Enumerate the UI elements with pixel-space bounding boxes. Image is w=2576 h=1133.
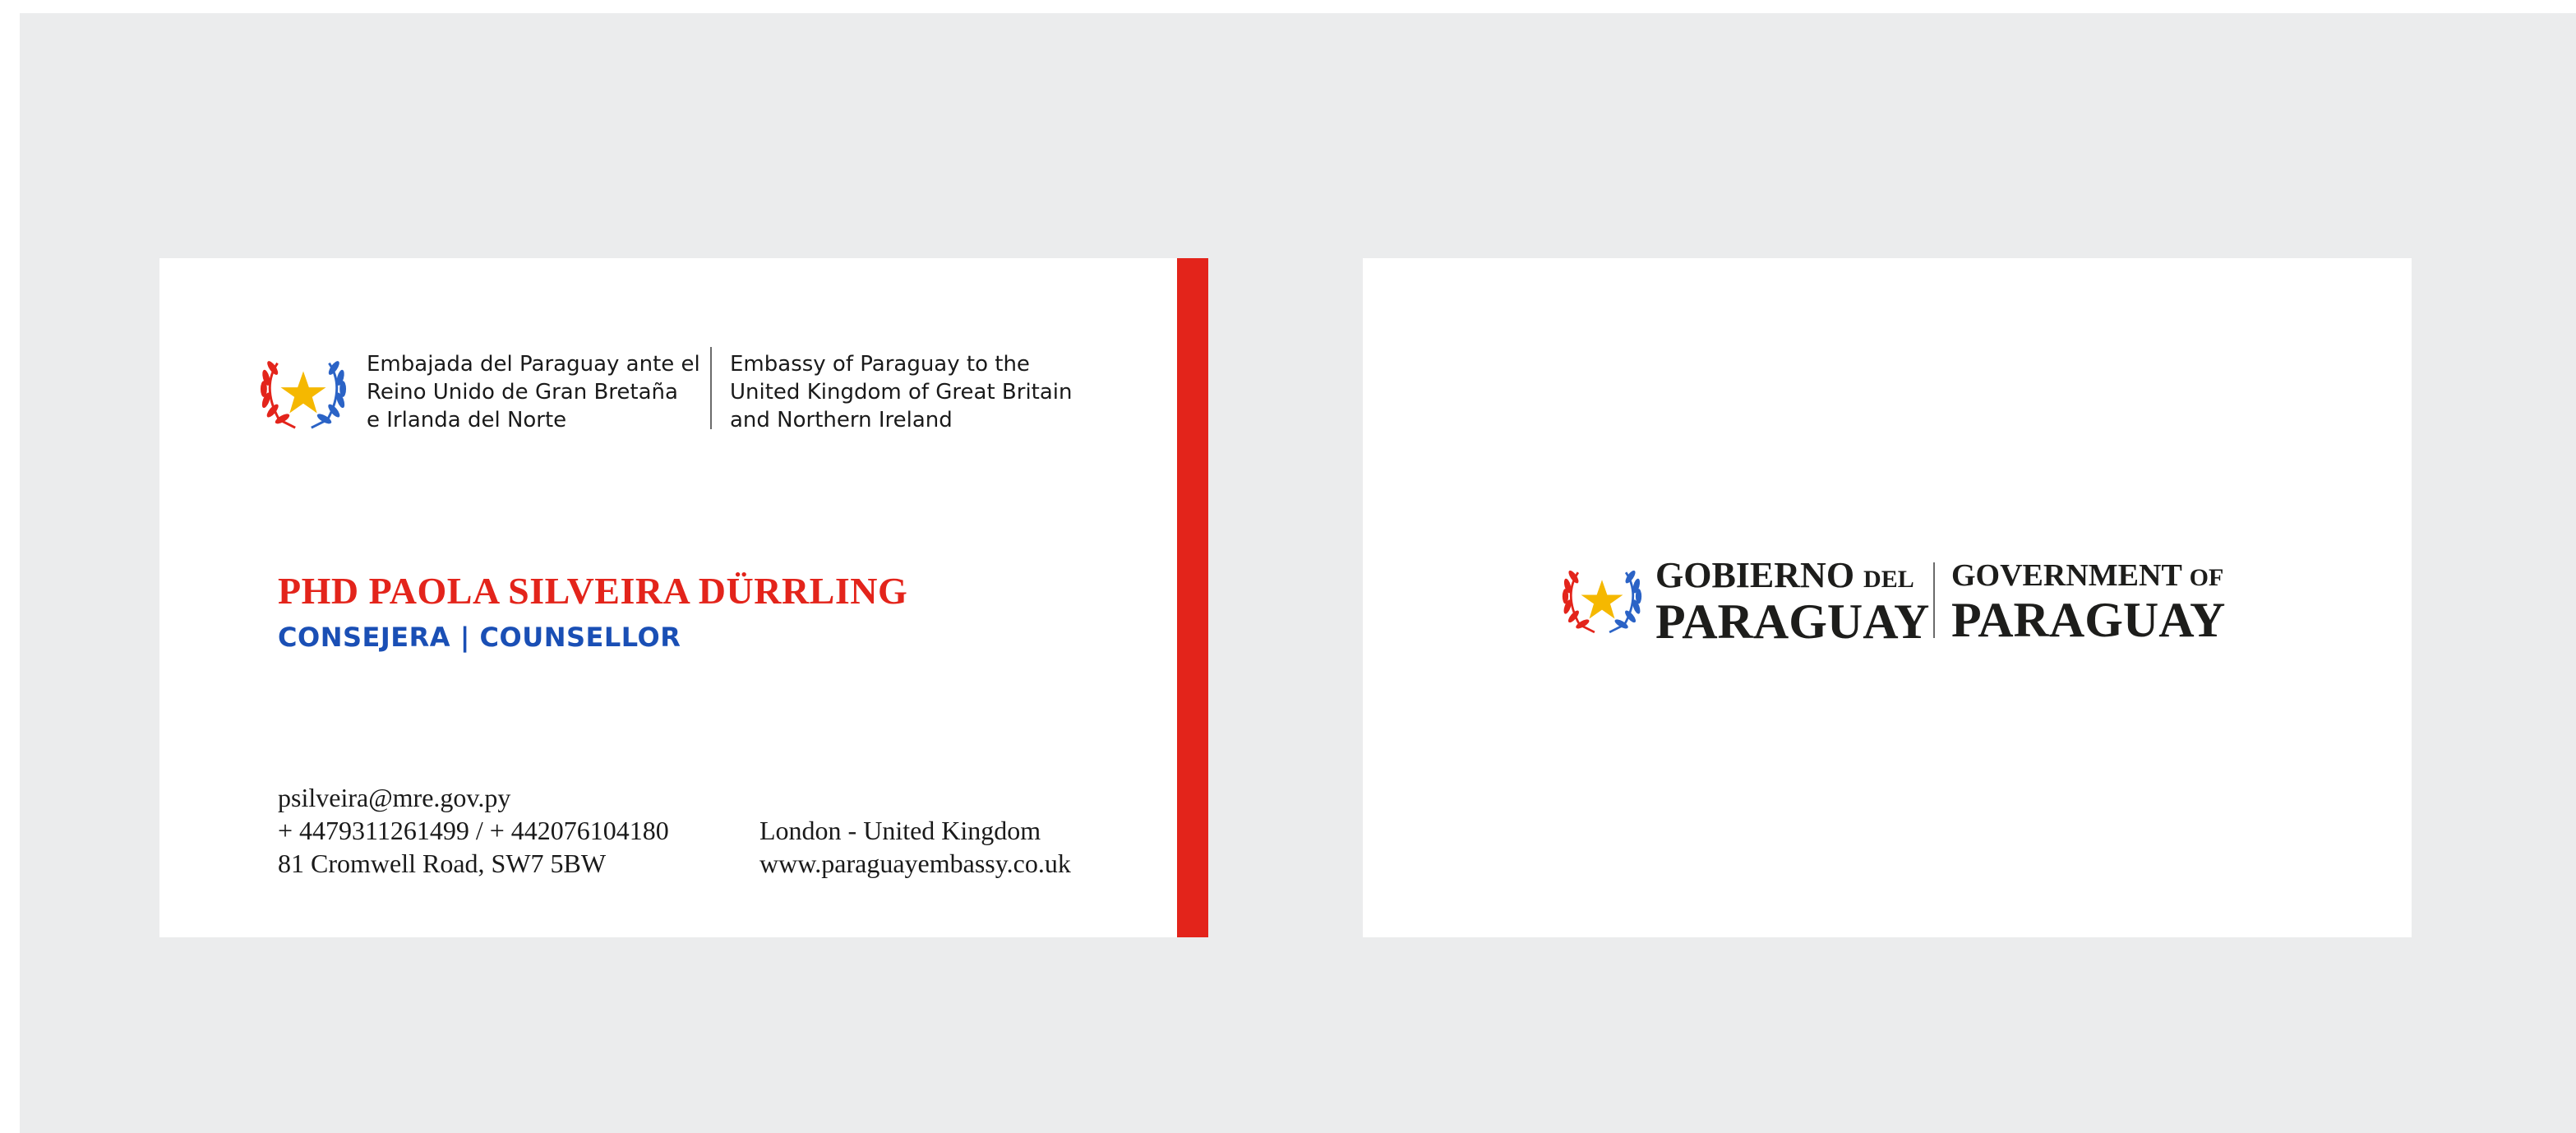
embassy-es-line: Reino Unido de Gran Bretaña [367, 380, 678, 405]
embassy-name-english: Embassy of Paraguay to the United Kingdo… [730, 350, 1073, 434]
business-card-back: GOBIERNO DEL PARAGUAY GOVERNMENT OF PARA… [1363, 258, 2412, 937]
canvas-background: Embajada del Paraguay ante el Reino Unid… [20, 13, 2576, 1133]
website-text: www.paraguayembassy.co.uk [759, 849, 1071, 878]
paraguay-emblem-icon [260, 361, 347, 429]
email-text: psilveira@mre.gov.py [278, 783, 511, 812]
embassy-es-line: e Irlanda del Norte [367, 408, 567, 432]
government-of-paraguay-logotype: GOVERNMENT OF PARAGUAY [1951, 557, 2226, 647]
gov-es-country: PARAGUAY [1655, 594, 1930, 649]
address-text: 81 Cromwell Road, SW7 5BW [278, 849, 607, 878]
contact-details: psilveira@mre.gov.py + 4479311261499 / +… [278, 781, 669, 880]
phone-text: + 4479311261499 / + 442076104180 [278, 816, 669, 845]
paraguay-emblem-icon [1562, 570, 1642, 634]
location-details: London - United Kingdom www.paraguayemba… [759, 814, 1071, 880]
gov-divider [1933, 562, 1935, 638]
gov-en-heading: GOVERNMENT OF [1951, 557, 2225, 596]
gov-en-country: PARAGUAY [1951, 593, 2226, 647]
gov-es-small: DEL [1863, 566, 1914, 593]
embassy-en-line: and Northern Ireland [730, 408, 953, 432]
embassy-name-spanish: Embajada del Paraguay ante el Reino Unid… [367, 350, 700, 434]
embassy-en-line: United Kingdom of Great Britain [730, 380, 1073, 405]
red-accent-bar [1177, 258, 1208, 937]
gov-en-word: GOVERNMENT [1951, 558, 2182, 593]
gov-es-heading: GOBIERNO DEL [1655, 557, 1929, 598]
embassy-divider [710, 347, 712, 429]
embassy-es-line: Embajada del Paraguay ante el [367, 352, 700, 377]
city-text: London - United Kingdom [759, 816, 1041, 845]
gobierno-del-paraguay-logotype: GOBIERNO DEL PARAGUAY [1655, 557, 1930, 649]
gov-en-small: OF [2189, 564, 2224, 591]
gov-es-word: GOBIERNO [1655, 555, 1855, 595]
embassy-en-line: Embassy of Paraguay to the [730, 352, 1030, 377]
person-title: CONSEJERA | COUNSELLOR [278, 622, 681, 653]
person-name: PHD PAOLA SILVEIRA DÜRRLING [278, 570, 908, 612]
business-card-front: Embajada del Paraguay ante el Reino Unid… [159, 258, 1208, 937]
